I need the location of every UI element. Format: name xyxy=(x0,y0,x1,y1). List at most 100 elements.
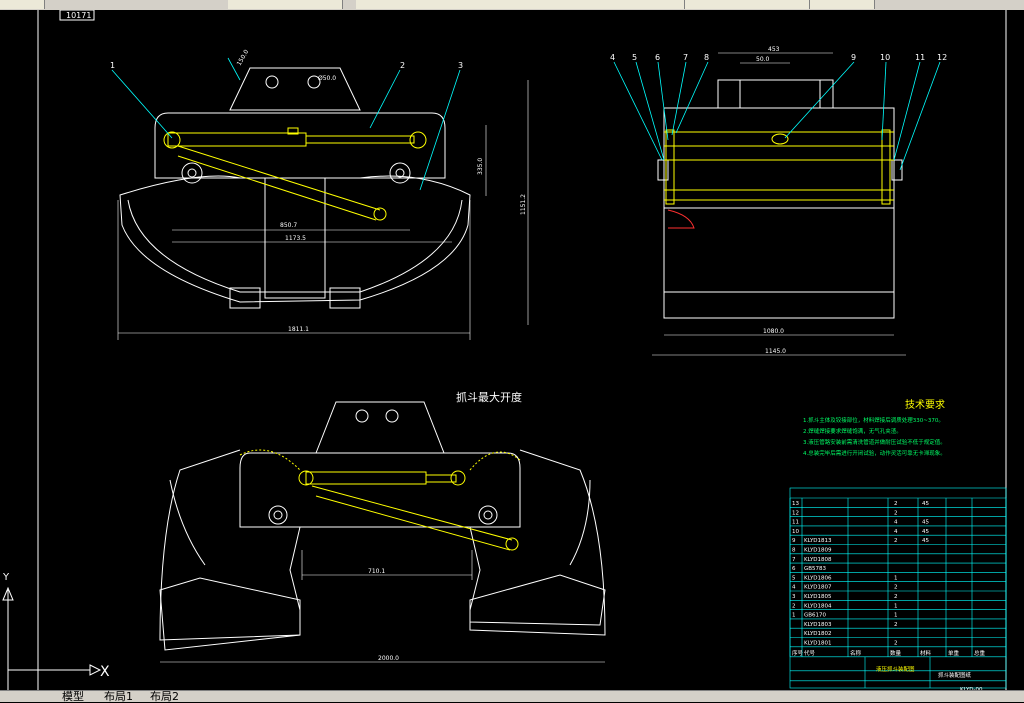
bom-row-no: 10 xyxy=(792,529,799,535)
bom-row-qty: 1 xyxy=(894,613,898,619)
drawing-frame xyxy=(37,9,1007,690)
title-block-subtitle: 抓斗装配图纸 xyxy=(938,671,972,679)
max-opening-title: 抓斗最大开度 xyxy=(456,390,522,404)
tech-requirements-title: 技术要求 xyxy=(905,398,945,411)
callout-8: 8 xyxy=(704,53,709,62)
bom-row-qty: 2 xyxy=(894,641,898,647)
side-view xyxy=(657,79,903,319)
bom-row-material: 45 xyxy=(922,538,929,544)
bom-row-code: KLYD1807 xyxy=(804,585,832,591)
callout-10: 10 xyxy=(880,53,890,62)
bom-row-qty: 2 xyxy=(894,585,898,591)
document-tab[interactable] xyxy=(0,0,45,9)
bom-header-cell: 单重 xyxy=(948,649,960,657)
bom-text: 13 2 4512 211 4 4510 4 459 KLYD1813 2 458 KLYD18097… xyxy=(792,501,986,693)
dim-open-inner: 710.1 xyxy=(368,568,385,575)
callout-11: 11 xyxy=(915,53,925,62)
bom-row-no: 11 xyxy=(792,520,799,526)
tech-note: 4.总装完毕后需进行开闭试验，动作灵活可靠无卡滞现象。 xyxy=(803,449,946,457)
bom-row-material: 45 xyxy=(922,501,929,507)
bom-row-qty: 2 xyxy=(894,501,898,507)
ucs-icon xyxy=(2,586,102,690)
dim-top-angle: 150.0 xyxy=(236,48,251,67)
bom-row-no: 5 xyxy=(792,575,796,581)
bom-row-material: 45 xyxy=(922,529,929,535)
side-view-shafts xyxy=(664,129,894,205)
bom-row-code: KLYD1801 xyxy=(804,641,832,647)
bom-row-code: KLYD1803 xyxy=(804,622,832,628)
dim-total-width: 1811.1 xyxy=(288,326,309,333)
bom-row-qty: 2 xyxy=(894,538,898,544)
tech-note: 2.焊缝焊接要求焊缝饱满，无气孔夹渣。 xyxy=(803,427,902,435)
bom-row-qty: 4 xyxy=(894,520,898,526)
callout-9: 9 xyxy=(851,53,856,62)
bom-row-code: KLYD1805 xyxy=(804,594,832,600)
bom-row-no: 6 xyxy=(792,566,796,572)
document-tab[interactable] xyxy=(228,0,343,9)
bom-header-cell: 数量 xyxy=(890,649,902,657)
layout2-tab[interactable]: 布局2 xyxy=(150,691,179,702)
callout-2: 2 xyxy=(400,61,405,70)
callout-7: 7 xyxy=(683,53,688,62)
bom-row-no: 12 xyxy=(792,510,799,516)
callout-4: 4 xyxy=(610,53,615,62)
tech-note: 1.抓斗主体及铰接部位，材料焊接后调质处理330~370。 xyxy=(803,416,944,424)
bom-row-code: KLYD1809 xyxy=(804,548,832,554)
hydraulic-cylinder-open xyxy=(239,449,521,551)
bom-row-no: 9 xyxy=(792,538,796,544)
layout-tab-bar: 模型 布局1 布局2 xyxy=(0,690,1024,702)
title-block-name: 液压抓斗装配图 xyxy=(876,665,915,673)
dim-total-height: 1151.2 xyxy=(520,194,527,215)
tech-notes: 1.抓斗主体及铰接部位，材料焊接后调质处理330~370。 2.焊缝焊接要求焊缝… xyxy=(803,416,946,457)
dim-side-top2: 50.0 xyxy=(756,56,770,63)
dim-side-top: 453 xyxy=(768,46,780,53)
callout-12: 12 xyxy=(937,53,947,62)
front-leaders xyxy=(111,57,461,191)
callout-5: 5 xyxy=(632,53,637,62)
cad-drawing[interactable]: 10171 1 2 3 150.0 Ø50.0 850.7 1173.5 181… xyxy=(0,9,1024,693)
document-tab[interactable] xyxy=(520,0,685,9)
dim-hole: Ø50.0 xyxy=(318,75,336,82)
bom-row-code: GB6170 xyxy=(804,613,827,619)
bom-row-no: 7 xyxy=(792,557,796,563)
bom-row-no: 2 xyxy=(792,603,796,609)
bom-header-cell: 序号 xyxy=(792,649,804,657)
dim-inner-width: 850.7 xyxy=(280,222,297,229)
tech-note: 3.液压管路安装前需清洗管道并做耐压试验不低于规定值。 xyxy=(803,438,946,446)
layout1-tab[interactable]: 布局1 xyxy=(104,691,133,702)
bom-row-no: 8 xyxy=(792,548,796,554)
callout-1: 1 xyxy=(110,61,115,70)
front-view xyxy=(119,67,471,309)
dim-cylinder-height: 335.0 xyxy=(477,158,484,175)
bom-row-no: 1 xyxy=(792,613,796,619)
bom-header-cell: 名称 xyxy=(850,649,862,657)
side-arc-red xyxy=(667,209,695,229)
sheet-label: 10171 xyxy=(66,11,91,20)
drawing-canvas[interactable]: 10171 1 2 3 150.0 Ø50.0 850.7 1173.5 181… xyxy=(0,9,1024,693)
bom-row-code: KLYD1804 xyxy=(804,603,832,609)
bom-row-qty: 4 xyxy=(894,529,898,535)
open-dimensions xyxy=(160,550,605,663)
bom-row-no: 3 xyxy=(792,594,796,600)
bom-row-qty: 1 xyxy=(894,575,898,581)
bom-row-material: 45 xyxy=(922,520,929,526)
side-leaders xyxy=(613,61,941,171)
bom-header-cell: 代号 xyxy=(804,649,816,657)
dim-side-width2: 1145.0 xyxy=(765,348,786,355)
open-view xyxy=(159,401,606,651)
model-tab[interactable]: 模型 xyxy=(62,691,84,702)
dim-open-total: 2000.0 xyxy=(378,655,399,662)
axis-y-label: Y xyxy=(2,572,10,583)
document-tab[interactable] xyxy=(356,0,521,9)
axis-x-label: X xyxy=(100,664,110,680)
callout-6: 6 xyxy=(655,53,660,62)
dim-mid-width: 1173.5 xyxy=(285,235,306,242)
callout-3: 3 xyxy=(458,61,463,70)
side-dimensions xyxy=(652,52,906,356)
bom-row-code: GB5783 xyxy=(804,566,827,572)
document-tab[interactable] xyxy=(685,0,810,9)
bom-row-code: KLYD1802 xyxy=(804,631,832,637)
bom-row-no: 13 xyxy=(792,501,799,507)
bom-row-qty: 2 xyxy=(894,510,898,516)
document-tab[interactable] xyxy=(810,0,875,9)
